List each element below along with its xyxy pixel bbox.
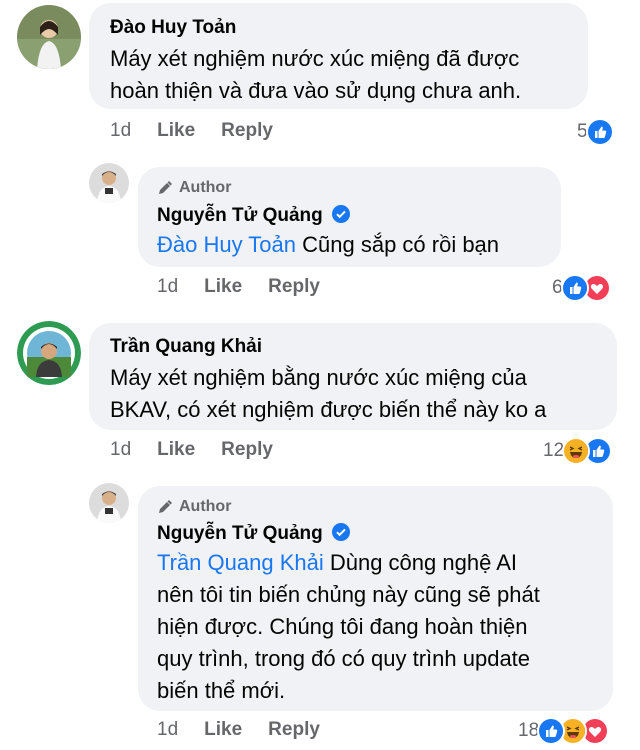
like-button[interactable]: Like (157, 120, 195, 142)
reaction-count: 12 (543, 440, 565, 461)
reply-button[interactable]: Reply (268, 719, 320, 741)
author-badge-label: Author (179, 179, 232, 196)
comment-text-line: quy trình, trong đó có quy trình update (157, 646, 531, 671)
mention-link[interactable]: Đào Huy Toản (157, 232, 296, 257)
avatar[interactable] (89, 483, 129, 523)
like-icon (585, 118, 614, 146)
avatar[interactable] (17, 5, 81, 69)
comment-text-body: Cũng sắp có rồi bạn (296, 232, 500, 257)
avatar[interactable] (17, 321, 81, 385)
comment-text-line: hiện được. Chúng tôi đang hoàn thiện (157, 614, 528, 639)
comment-actions: 1d Like Reply (110, 439, 273, 461)
reply-bubble: Author Nguyễn Tử Quảng Đào Huy Toản Cũng… (138, 167, 561, 267)
like-icon (560, 274, 589, 302)
comment-author-name[interactable]: Nguyễn Tử Quảng (157, 523, 323, 544)
author-badge-label: Author (179, 498, 232, 515)
like-icon (537, 717, 566, 745)
reply-button[interactable]: Reply (221, 439, 273, 461)
comment-author: Nguyễn Tử Quảng (157, 205, 351, 227)
reply-button[interactable]: Reply (268, 276, 320, 298)
reactions[interactable]: 5 (577, 118, 614, 146)
reactions[interactable]: 18 (518, 717, 610, 745)
comment-author[interactable]: Trần Quang Khải (110, 336, 262, 358)
haha-icon (562, 437, 591, 465)
comment-bubble: Đào Huy Toản Máy xét nghiệm nước xúc miệ… (89, 3, 588, 109)
pencil-icon (159, 181, 172, 194)
comment-text: Máy xét nghiệm bằng nước xúc miệng của B… (110, 362, 546, 426)
comment-bubble: Trần Quang Khải Máy xét nghiệm bằng nước… (89, 323, 617, 430)
author-badge: Author (157, 179, 231, 197)
comment-text-line: biến thể mới. (157, 678, 286, 703)
comment-actions: 1d Like Reply (157, 276, 320, 298)
comment-text: Máy xét nghiệm nước xúc miệng đã được ho… (110, 43, 521, 107)
comment-actions: 1d Like Reply (110, 120, 273, 142)
comment-time[interactable]: 1d (157, 276, 178, 298)
comment-author: Nguyễn Tử Quảng (157, 523, 351, 545)
reactions[interactable]: 12 (543, 437, 613, 465)
reactions[interactable]: 6 (552, 274, 611, 302)
comment-time[interactable]: 1d (110, 439, 131, 461)
reaction-count: 18 (518, 720, 540, 741)
comment-text-line: Máy xét nghiệm nước xúc miệng đã được (110, 46, 520, 71)
comment-text-line: Trần Quang Khải Dùng công nghệ AI (157, 547, 540, 579)
mention-link[interactable]: Trần Quang Khải (157, 550, 324, 575)
pencil-icon (159, 500, 172, 513)
verified-badge-icon (332, 205, 351, 223)
comment-author-name[interactable]: Nguyễn Tử Quảng (157, 205, 323, 226)
comment-author[interactable]: Đào Huy Toản (110, 17, 236, 39)
comment-text-line: nên tôi tin biến chủng này cũng sẽ phát (157, 582, 540, 607)
comment-text: Đào Huy Toản Cũng sắp có rồi bạn (157, 229, 499, 261)
verified-badge-icon (332, 523, 351, 541)
like-button[interactable]: Like (204, 276, 242, 298)
reply-button[interactable]: Reply (221, 120, 273, 142)
like-button[interactable]: Like (204, 719, 242, 741)
like-button[interactable]: Like (157, 439, 195, 461)
comment-actions: 1d Like Reply (157, 719, 320, 741)
comment-text-line: hoàn thiện và đưa vào sử dụng chưa anh. (110, 78, 522, 103)
reply-bubble: Author Nguyễn Tử Quảng Trần Quang Khải D… (138, 486, 613, 711)
author-badge: Author (157, 498, 231, 516)
comment-text-body: Dùng công nghệ AI (323, 550, 517, 575)
comment-time[interactable]: 1d (110, 120, 131, 142)
avatar[interactable] (89, 163, 129, 203)
comment-text-line: BKAV, có xét nghiệm được biến thể này ko… (110, 397, 547, 422)
comment-time[interactable]: 1d (157, 719, 178, 741)
comment-text: Trần Quang Khải Dùng công nghệ AI nên tô… (157, 547, 540, 707)
comment-text-line: Máy xét nghiệm bằng nước xúc miệng của (110, 365, 527, 390)
